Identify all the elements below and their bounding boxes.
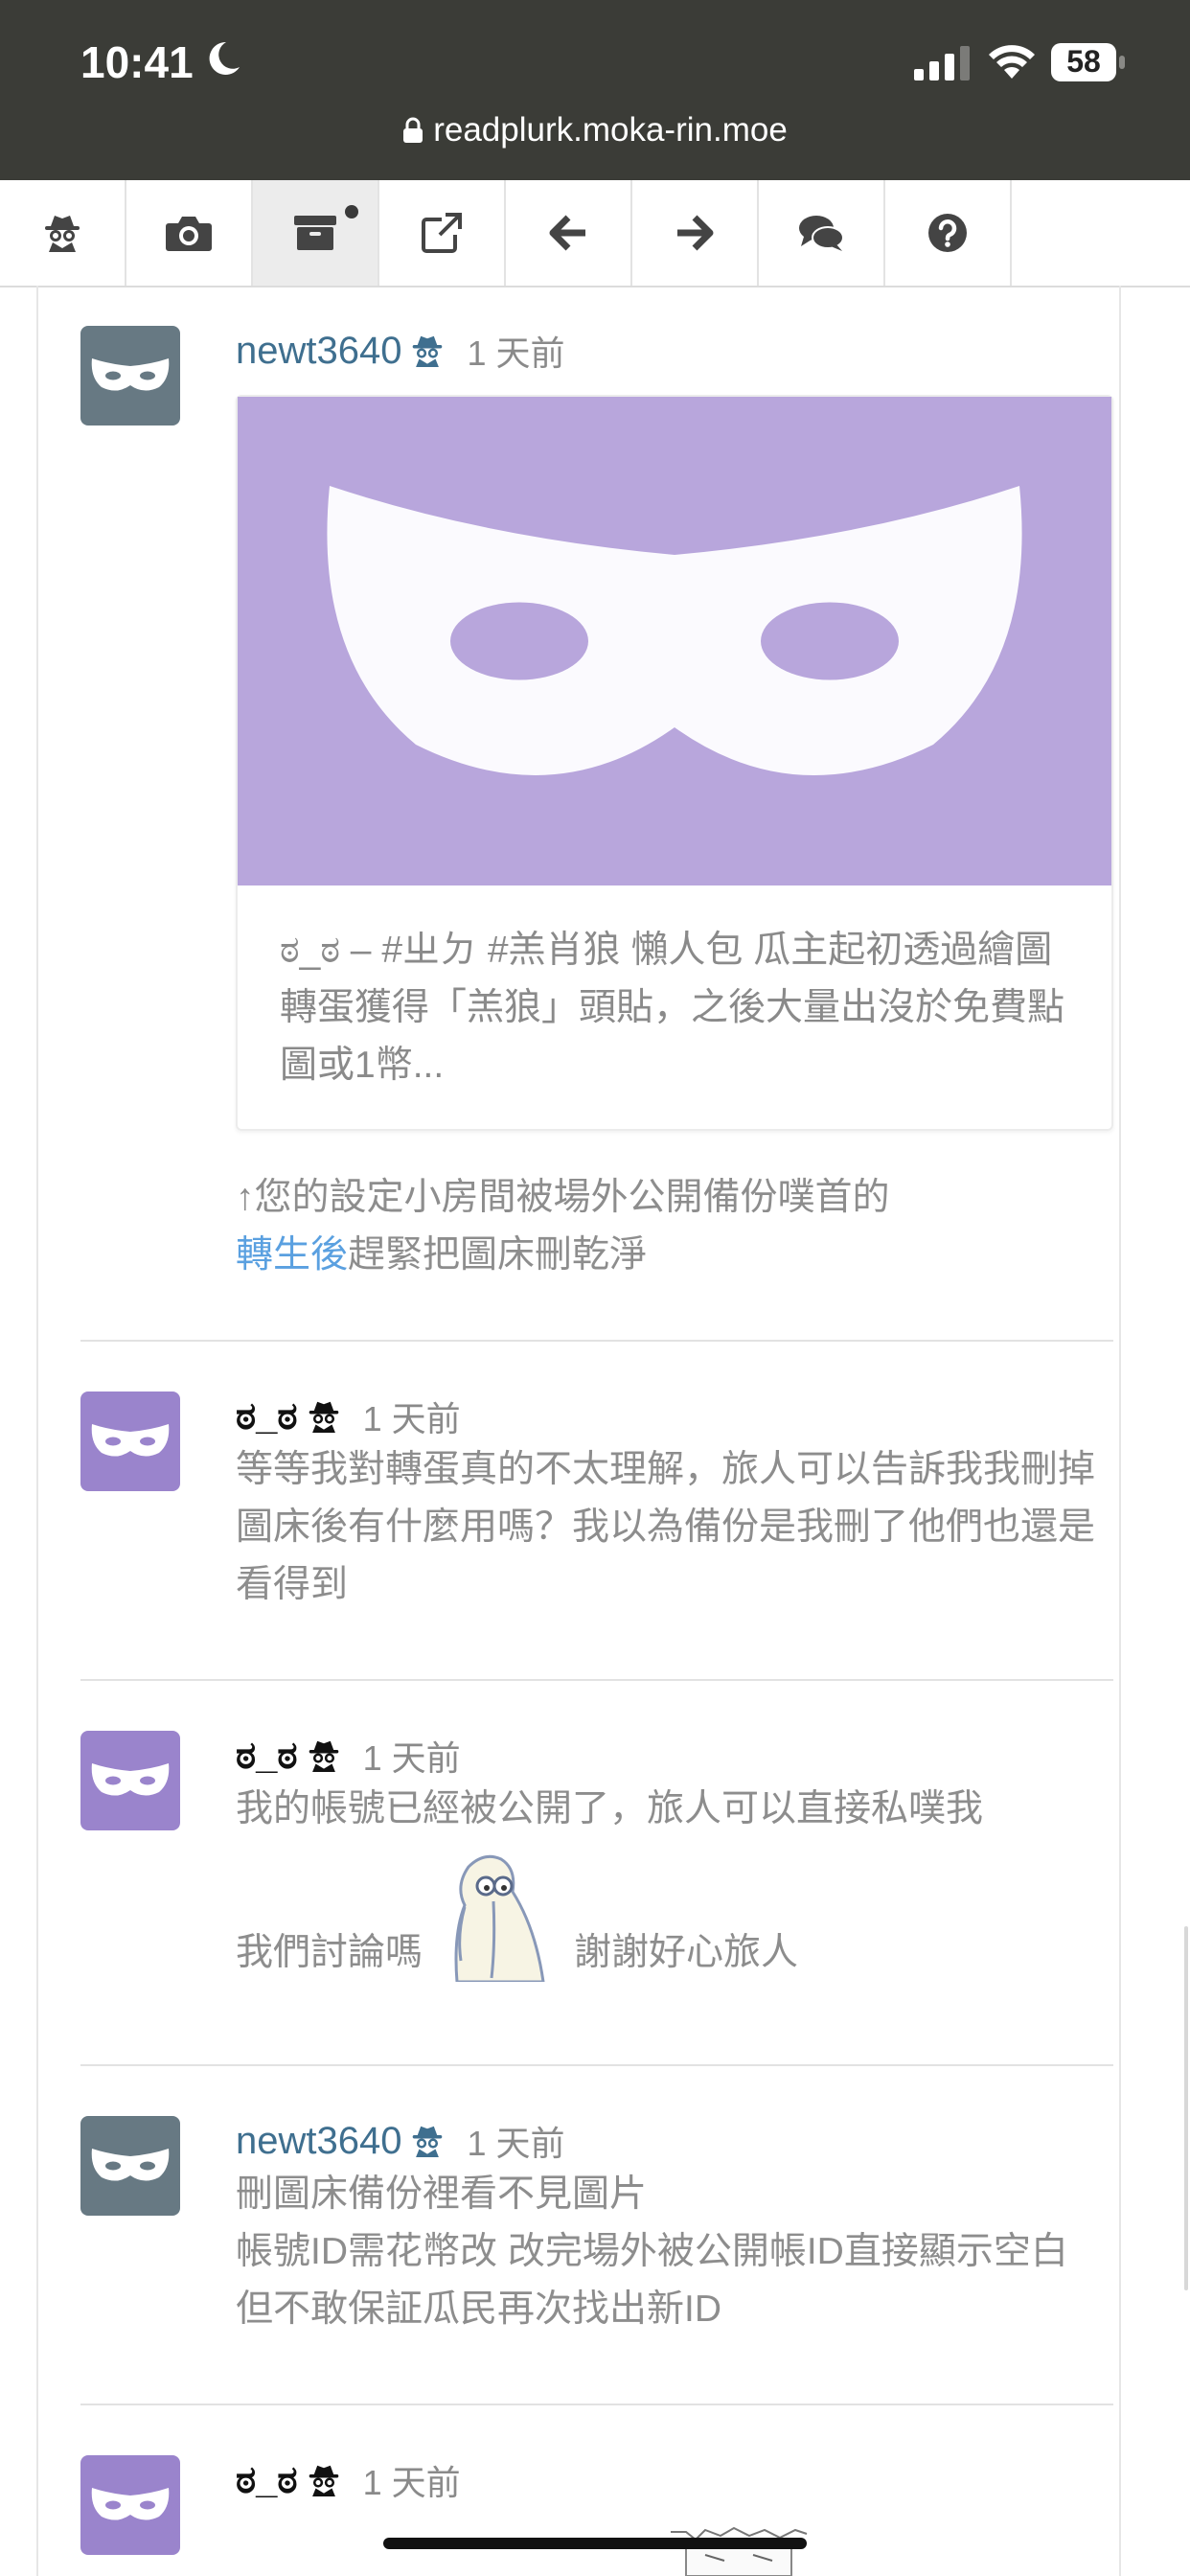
response-body: ಠ_ಠ 1 天前 等等我對轉蛋真的不太理解，旅人可以告訴我我刪掉圖床後有什麼用嗎… — [236, 1392, 1113, 1614]
response-meta: ಠ_ಠ 1 天前 — [236, 2455, 1113, 2505]
spy-icon — [411, 2124, 444, 2158]
response-text: 我的帳號已經被公開了，旅人可以直接私噗我 我們討論嗎 謝謝好心旅人 — [236, 1781, 1113, 1982]
response-link[interactable]: 轉生後 — [236, 1234, 348, 1276]
spy-icon — [308, 1399, 340, 1434]
timestamp: 1 天前 — [362, 2463, 461, 2502]
preview-description: ಠ_ಠ – #ㄓㄉ #羔肖狼 懶人包 瓜主起初透過繪圖轉蛋獲得「羔狼」頭貼，之後… — [280, 930, 1065, 1086]
username[interactable]: ಠ_ಠ — [236, 1395, 298, 1438]
home-indicator[interactable] — [383, 2538, 807, 2549]
response-text-line: 我的帳號已經被公開了，旅人可以直接私噗我 — [236, 1788, 984, 1829]
spy-icon — [45, 216, 80, 252]
response-body: newt3640 1 天前 刪圖床備份裡看不見圖片 帳號ID需花幣改 改完場外被… — [236, 2116, 1113, 2338]
avatar[interactable] — [80, 1392, 180, 1491]
wifi-icon — [989, 45, 1035, 79]
avatar[interactable] — [80, 2455, 180, 2555]
plurk-responses: newt3640 1 天前 ಠ_ಠ – #ㄓㄉ #羔肖狼 懶人包 瓜主起初透過繪… — [36, 286, 1121, 2576]
response-text: 刪圖床備份裡看不見圖片 帳號ID需花幣改 改完場外被公開帳ID直接顯示空白 但不… — [236, 2166, 1113, 2338]
mask-icon — [91, 1424, 170, 1457]
arrow-left-icon — [549, 215, 585, 251]
notification-dot — [345, 205, 358, 218]
camera-icon — [166, 217, 212, 251]
toolbar-comments-button[interactable] — [759, 180, 885, 286]
toolbar-back-button[interactable] — [506, 180, 632, 286]
url-text: readplurk.moka-rin.moe — [433, 111, 788, 149]
timestamp: 1 天前 — [467, 334, 565, 373]
response-text-part: ↑您的設定小房間被場外公開備份噗首的 — [236, 1177, 890, 1218]
response-body: ಠ_ಠ 1 天前 — [236, 2455, 1113, 2576]
response-meta: newt3640 1 天前 — [236, 2116, 1113, 2166]
username[interactable]: newt3640 — [236, 2120, 401, 2163]
spy-icon — [308, 1738, 340, 1773]
divider — [80, 2064, 1113, 2066]
toolbar-external-link-button[interactable] — [379, 180, 506, 286]
toolbar — [0, 180, 1190, 288]
mask-icon — [327, 486, 1022, 775]
response-text-line: 我們討論嗎 謝謝好心旅人 — [236, 1838, 1113, 1982]
toolbar-forward-button[interactable] — [632, 180, 759, 286]
username[interactable]: ಠ_ಠ — [236, 1735, 298, 1778]
avatar[interactable] — [80, 1731, 180, 1830]
avatar[interactable] — [80, 2116, 180, 2216]
lock-icon — [403, 117, 423, 143]
external-link-icon — [422, 213, 462, 253]
response-meta: ಠ_ಠ 1 天前 — [236, 1731, 1113, 1781]
response-text: ↑您的設定小房間被場外公開備份噗首的 轉生後趕緊把圖床刪乾淨 — [236, 1169, 1113, 1284]
response-text-part: 趕緊把圖床刪乾淨 — [348, 1234, 648, 1276]
battery-level: 58 — [1066, 44, 1101, 79]
link-preview-card[interactable]: ಠ_ಠ – #ㄓㄉ #羔肖狼 懶人包 瓜主起初透過繪圖轉蛋獲得「羔狼」頭貼，之後… — [236, 395, 1113, 1131]
toolbar-archive-button[interactable] — [253, 180, 379, 286]
mask-icon — [91, 358, 170, 391]
spy-icon — [308, 2463, 340, 2497]
response-text: 等等我對轉蛋真的不太理解，旅人可以告訴我我刪掉圖床後有什麼用嗎？我以為備份是我刪… — [236, 1449, 1096, 1605]
browser-top-bar: 10:41 58 readplurk.moka-rin.moe — [0, 0, 1190, 180]
response-text-part: 謝謝好心旅人 — [574, 1932, 799, 1973]
toolbar-help-button[interactable] — [885, 180, 1012, 286]
moon-icon — [209, 41, 240, 75]
address-bar[interactable]: readplurk.moka-rin.moe — [0, 111, 1190, 150]
help-icon — [928, 214, 967, 252]
divider — [80, 1340, 1113, 1342]
mask-icon — [91, 2488, 170, 2520]
comments-icon — [799, 216, 844, 251]
avatar[interactable] — [80, 326, 180, 426]
response-body: ಠ_ಠ 1 天前 我的帳號已經被公開了，旅人可以直接私噗我 我們討論嗎 謝謝好心… — [236, 1731, 1113, 1982]
divider — [80, 2404, 1113, 2405]
response-text-line: 刪圖床備份裡看不見圖片 — [236, 2174, 648, 2215]
timestamp: 1 天前 — [467, 2124, 565, 2163]
response-meta: newt3640 1 天前 — [236, 326, 1113, 376]
response-meta: ಠ_ಠ 1 天前 — [236, 1392, 1113, 1441]
response-text-line: 帳號ID需花幣改 改完場外被公開帳ID直接顯示空白 但不敢保証瓜民再次找出新ID — [236, 2231, 1068, 2330]
toolbar-spy-button[interactable] — [0, 180, 126, 286]
mask-icon — [91, 2149, 170, 2181]
timestamp: 1 天前 — [362, 1738, 461, 1778]
spy-icon — [411, 334, 444, 368]
status-time: 10:41 — [80, 37, 194, 87]
preview-image — [238, 397, 1111, 886]
divider — [80, 1679, 1113, 1681]
sketch-image — [671, 2526, 808, 2576]
emoticon-image — [454, 1854, 545, 1982]
response-body: newt3640 1 天前 ಠ_ಠ – #ㄓㄉ #羔肖狼 懶人包 瓜主起初透過繪… — [236, 326, 1113, 1284]
response-text-part: 我們討論嗎 — [236, 1932, 423, 1973]
timestamp: 1 天前 — [362, 1399, 461, 1438]
toolbar-camera-button[interactable] — [126, 180, 253, 286]
username[interactable]: ಠ_ಠ — [236, 2459, 298, 2502]
cellular-signal-icon — [914, 46, 970, 80]
scrollbar[interactable] — [1184, 1926, 1188, 2290]
archive-icon — [294, 216, 336, 250]
arrow-right-icon — [677, 215, 714, 251]
username[interactable]: newt3640 — [236, 330, 401, 373]
mask-icon — [91, 1763, 170, 1796]
